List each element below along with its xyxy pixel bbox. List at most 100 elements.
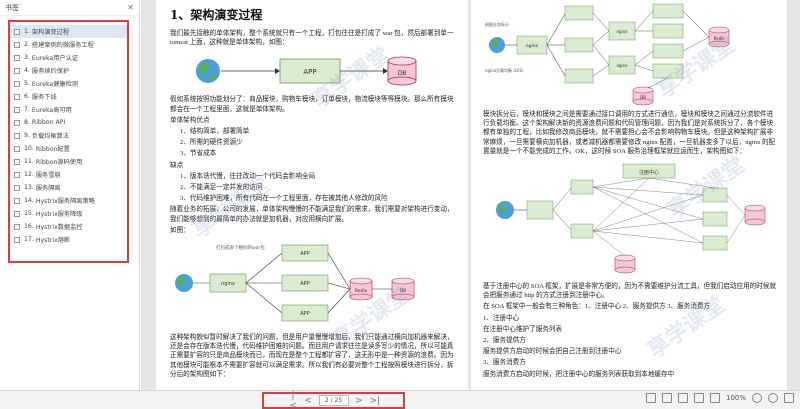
bookmark-item[interactable]: 12. 服务雪崩 [10,168,127,181]
double-page-icon[interactable] [661,393,672,403]
app-label: APP [303,68,316,76]
fit-page-icon[interactable] [693,393,704,403]
next-page-button[interactable]: > [355,396,364,406]
bookmark-checkbox-icon[interactable] [14,41,20,48]
view-tools: 100% [645,393,794,403]
svg-text:Redis: Redis [355,288,368,294]
list-item: 1、结构简单，部署简单 [180,128,250,136]
bookmark-checkbox-icon[interactable] [14,67,20,74]
zoom-out-icon[interactable] [752,393,762,403]
bookmark-checkbox-icon[interactable] [14,184,20,191]
bookmark-checkbox-icon[interactable] [14,93,20,100]
bookmark-checkbox-icon[interactable] [14,28,20,35]
close-icon[interactable]: ✕ [127,3,134,12]
bookmark-item[interactable]: 9. 负载均衡算法 [10,129,127,142]
bookmark-item[interactable]: 4. 服务续约保护 [10,64,127,77]
bookmark-number: 16. [24,223,34,230]
bookmark-checkbox-icon[interactable] [14,236,20,243]
bookmark-number: 1. [24,28,30,35]
last-page-button[interactable]: >| [370,396,381,406]
bookmark-checkbox-icon[interactable] [14,119,20,126]
first-page-button[interactable]: |< [289,391,298,409]
svg-text:nginx: nginx [616,29,628,34]
horizontal-scaling-diagram: 打包成多个相同的war包 nginx APP APP APP Redis DB [175,244,415,322]
bookmark-number: 2. [24,41,30,48]
bookmark-checkbox-icon[interactable] [14,210,20,217]
list-item: 3、代码维护困难，所有代码在一个工程里面，存在被其他人修改的风险 [180,195,388,203]
bookmark-number: 10. [24,145,34,152]
bookmark-item[interactable]: 5. Eureka健康检测 [10,77,127,90]
bookmark-label: 架构演变过程 [31,29,70,36]
paragraph: 在 SOA 框架中一般会有三种角色：1、注册中心 2、服务提供方 3、服务消费方 [483,303,711,311]
continuous-scroll-icon[interactable] [709,393,720,403]
bookmark-label: 服务隔离 [35,185,61,192]
paragraph: 3、服务消费方 [483,359,526,367]
svg-text:DB: DB [400,288,407,294]
bookmark-number: 15. [24,210,34,217]
zoom-level[interactable]: 100% [726,394,746,402]
bookmark-label: 服务雪崩 [35,172,61,179]
database-icon [614,254,636,274]
zoom-in-icon[interactable] [768,393,778,403]
bookmark-checkbox-icon[interactable] [14,132,20,139]
sidebar-header: 书签 ✕ [0,0,139,16]
bookmark-checkbox-icon[interactable] [14,54,20,61]
bookmark-item[interactable]: 17. Hystrix熔断 [10,233,127,246]
bookmark-item[interactable]: 13. 服务隔离 [10,181,127,194]
fullscreen-icon[interactable] [784,393,794,403]
svg-text:APP: APP [300,311,309,317]
globe-icon [496,201,514,220]
paragraph: 模块拆分后，模块和模块之间是需要通过接口调用的方式进行通信，模块和模块之间通过分… [483,111,776,155]
bookmark-label: Ribbon源码使用 [35,159,83,166]
document-viewer[interactable]: 1、架构演变过程 我们最先接触的单体架构，整个系统就只有一个工程，打包往往是打成… [141,0,800,390]
svg-text:nginx: nginx [616,63,628,68]
bookmark-label: Hystrix熔断 [35,237,71,244]
paragraph: 假如系统按照功能划分了：商品模块，购物车模块，订单模块，物流模块等等模块。那么所… [170,96,454,113]
svg-text:根据业务拆分: 根据业务拆分 [485,21,509,27]
single-page-icon[interactable] [645,393,656,403]
bookmark-label: 服务下线 [31,94,57,101]
bookmark-item[interactable]: 3. Eureka用户认证 [10,51,127,64]
bookmark-label: Hystrix服务隔离策略 [35,198,95,205]
page-number-input[interactable]: 2 / 25 [318,395,349,406]
db-label: DB [398,70,407,77]
bookmark-label: 服务续约保护 [31,68,70,75]
bookmark-checkbox-icon[interactable] [14,223,20,230]
bookmark-item[interactable]: 6. 服务下线 [10,90,127,103]
bookmark-checkbox-icon[interactable] [14,197,20,204]
bookmark-item[interactable]: 10. Ribbon配置 [10,142,127,155]
bookmark-checkbox-icon[interactable] [14,106,20,113]
bookmark-checkbox-icon[interactable] [14,80,20,87]
bookmark-checkbox-icon[interactable] [14,158,20,165]
bookmark-number: 5. [24,80,30,87]
globe-icon [489,37,505,53]
bookmark-item[interactable]: 7. Eureka高可用 [10,103,127,116]
page-title: 1、架构演变过程 [170,8,263,22]
svg-text:注册中心: 注册中心 [639,169,659,176]
prev-page-button[interactable]: < [304,396,313,406]
bookmark-label: Eureka用户认证 [31,55,78,62]
bookmark-item[interactable]: 2. 搭建案例的微服务工程 [10,38,127,51]
paragraph: 如图： [170,226,190,234]
bookmark-item[interactable]: 1. 架构演变过程 [10,25,127,38]
globe-icon [196,59,220,84]
bookmark-item[interactable]: 16. Hystrix数据监控 [10,220,127,233]
monolith-diagram: APP DB [196,57,417,86]
page-left: 1、架构演变过程 我们最先接触的单体架构，整个系统就只有一个工程，打包往往是打成… [156,0,468,390]
diagram-label: 打包成多个相同的war包 [216,244,265,251]
bookmark-item[interactable]: 14. Hystrix服务隔离策略 [10,194,127,207]
bookmark-label: Eureka健康检测 [31,81,78,88]
fit-width-icon[interactable] [677,393,688,403]
bookmark-list: 1. 架构演变过程 2. 搭建案例的微服务工程 3. Eureka用户认证 4. 服务续约保护… [8,20,129,263]
bookmark-number: 9. [24,132,30,139]
page-navigator: |< < 2 / 25 > >| [262,391,405,409]
paragraph: 基于注册中心的 SOA 框架，扩展是非常方便的，因为不需要维护分流工具，但我们启… [483,283,777,300]
bookmark-checkbox-icon[interactable] [14,171,20,178]
bookmark-item[interactable]: 15. Hystrix服务降级 [10,207,127,220]
paragraph: 服务提供方启动的时候会把自己注册到注册中心 [483,348,622,356]
bookmark-item[interactable]: 8. Ribbon API [10,116,127,129]
bookmark-item[interactable]: 11. Ribbon源码使用 [10,155,127,168]
svg-text:Redis: Redis [714,36,725,41]
bookmark-number: 13. [24,184,34,191]
bookmark-checkbox-icon[interactable] [14,145,20,152]
